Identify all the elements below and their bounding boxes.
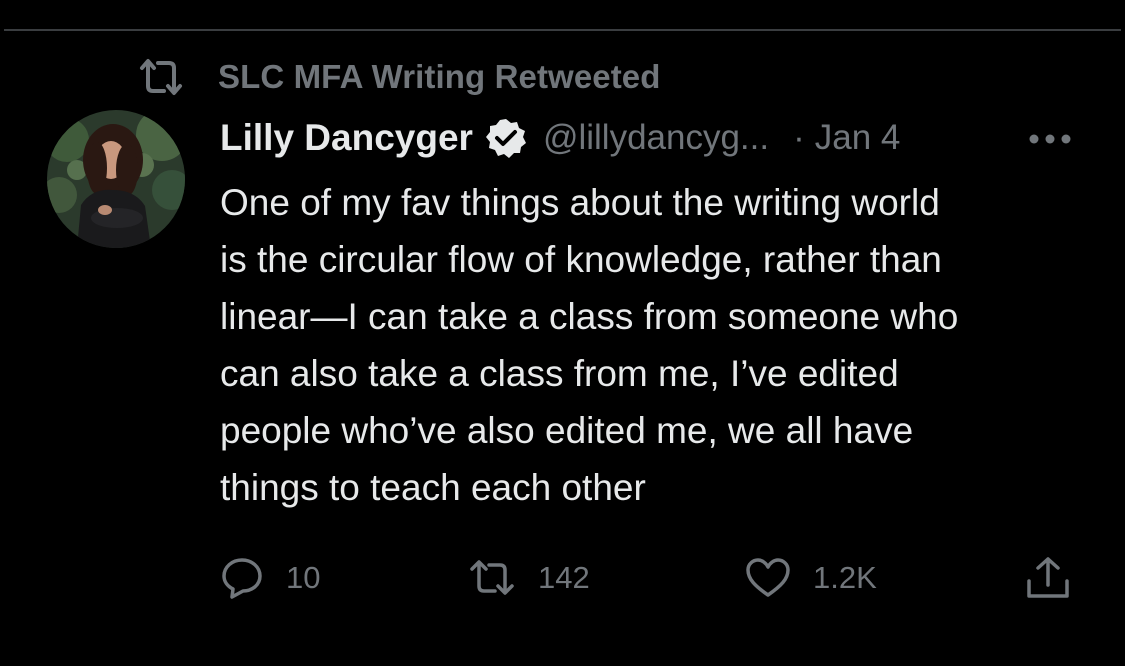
display-name[interactable]: Lilly Dancyger [220,117,473,159]
avatar[interactable] [47,110,185,248]
reply-count: 10 [286,560,321,595]
tweet-date[interactable]: Jan 4 [815,118,901,158]
like-button[interactable]: 1.2K [745,555,877,601]
more-options-button[interactable] [1026,124,1074,154]
tweet-text-line: can also take a class from me, I’ve edit… [220,353,899,394]
share-icon [1027,557,1069,598]
retweet-count: 142 [538,560,590,595]
retweet-context-label[interactable]: SLC MFA Writing Retweeted [218,58,661,96]
user-handle[interactable]: @lillydancyg... [543,118,769,158]
profile-photo [47,110,185,248]
tweet-text-line: things to teach each other [220,467,646,508]
heart-icon [746,558,790,597]
reply-icon [222,558,262,599]
reply-button[interactable]: 10 [220,555,320,601]
verified-badge-icon [485,119,526,158]
retweet-button[interactable]: 142 [468,555,590,601]
tweet-text-line: is the circular flow of knowledge, rathe… [220,239,942,280]
tweet-text-line: people who’ve also edited me, we all hav… [220,410,914,451]
tweet-text: One of my fav things about the writing w… [220,174,1090,516]
retweet-icon [470,560,514,595]
tweet-text-line: linear—I can take a class from someone w… [220,296,959,337]
header-separator: · [793,118,805,157]
like-count: 1.2K [813,560,877,595]
retweet-icon [140,59,182,95]
retweet-context[interactable]: SLC MFA Writing Retweeted [138,56,661,98]
share-button[interactable] [1024,555,1072,601]
top-divider [4,29,1121,31]
tweet-text-line: One of my fav things about the writing w… [220,182,940,223]
more-dots-icon [1029,134,1071,144]
tweet-header: Lilly Dancyger @lillydancyg... · Jan 4 [220,113,1080,163]
